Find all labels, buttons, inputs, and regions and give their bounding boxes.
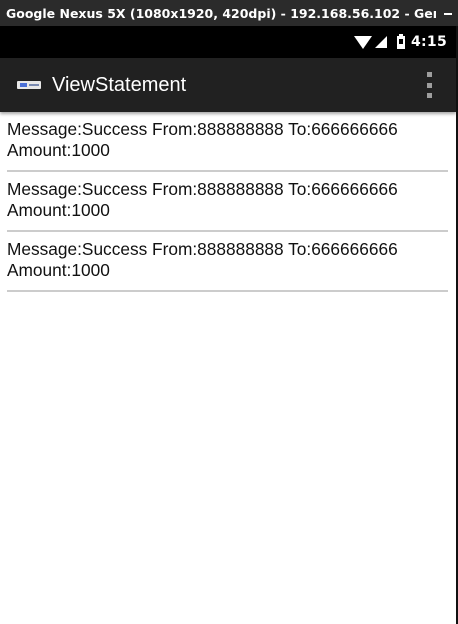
list-item[interactable]: Message:Success From:888888888 To:666666… — [7, 172, 448, 232]
status-icons: 4:15 — [353, 26, 456, 58]
emulator-window-titlebar: Google Nexus 5X (1080x1920, 420dpi) - 19… — [0, 0, 458, 26]
app-logo-icon — [17, 81, 41, 89]
statement-text: Message:Success From:888888888 To:666666… — [7, 179, 398, 220]
list-item[interactable]: Message:Success From:888888888 To:666666… — [7, 112, 448, 172]
menu-dot — [426, 82, 432, 88]
app-toolbar: ViewStatement — [0, 58, 456, 112]
signal-icon — [374, 36, 387, 48]
wifi-icon — [353, 35, 372, 49]
menu-dot — [426, 72, 432, 77]
menu-dot — [426, 93, 432, 98]
overflow-menu-icon[interactable] — [424, 72, 434, 98]
statement-list: Message:Success From:888888888 To:666666… — [7, 112, 448, 292]
statement-text: Message:Success From:888888888 To:666666… — [7, 119, 398, 160]
page-title: ViewStatement — [52, 74, 187, 96]
status-bar: 4:15 — [0, 26, 456, 58]
statement-text: Message:Success From:888888888 To:666666… — [7, 239, 398, 280]
list-item[interactable]: Message:Success From:888888888 To:666666… — [7, 232, 448, 292]
status-time: 4:15 — [410, 34, 447, 50]
minimize-icon[interactable] — [442, 5, 454, 19]
device-screen: 4:15 ViewStatement Message:Success From:… — [0, 26, 458, 624]
window-title: Google Nexus 5X (1080x1920, 420dpi) - 19… — [6, 5, 436, 21]
battery-icon — [396, 33, 405, 49]
